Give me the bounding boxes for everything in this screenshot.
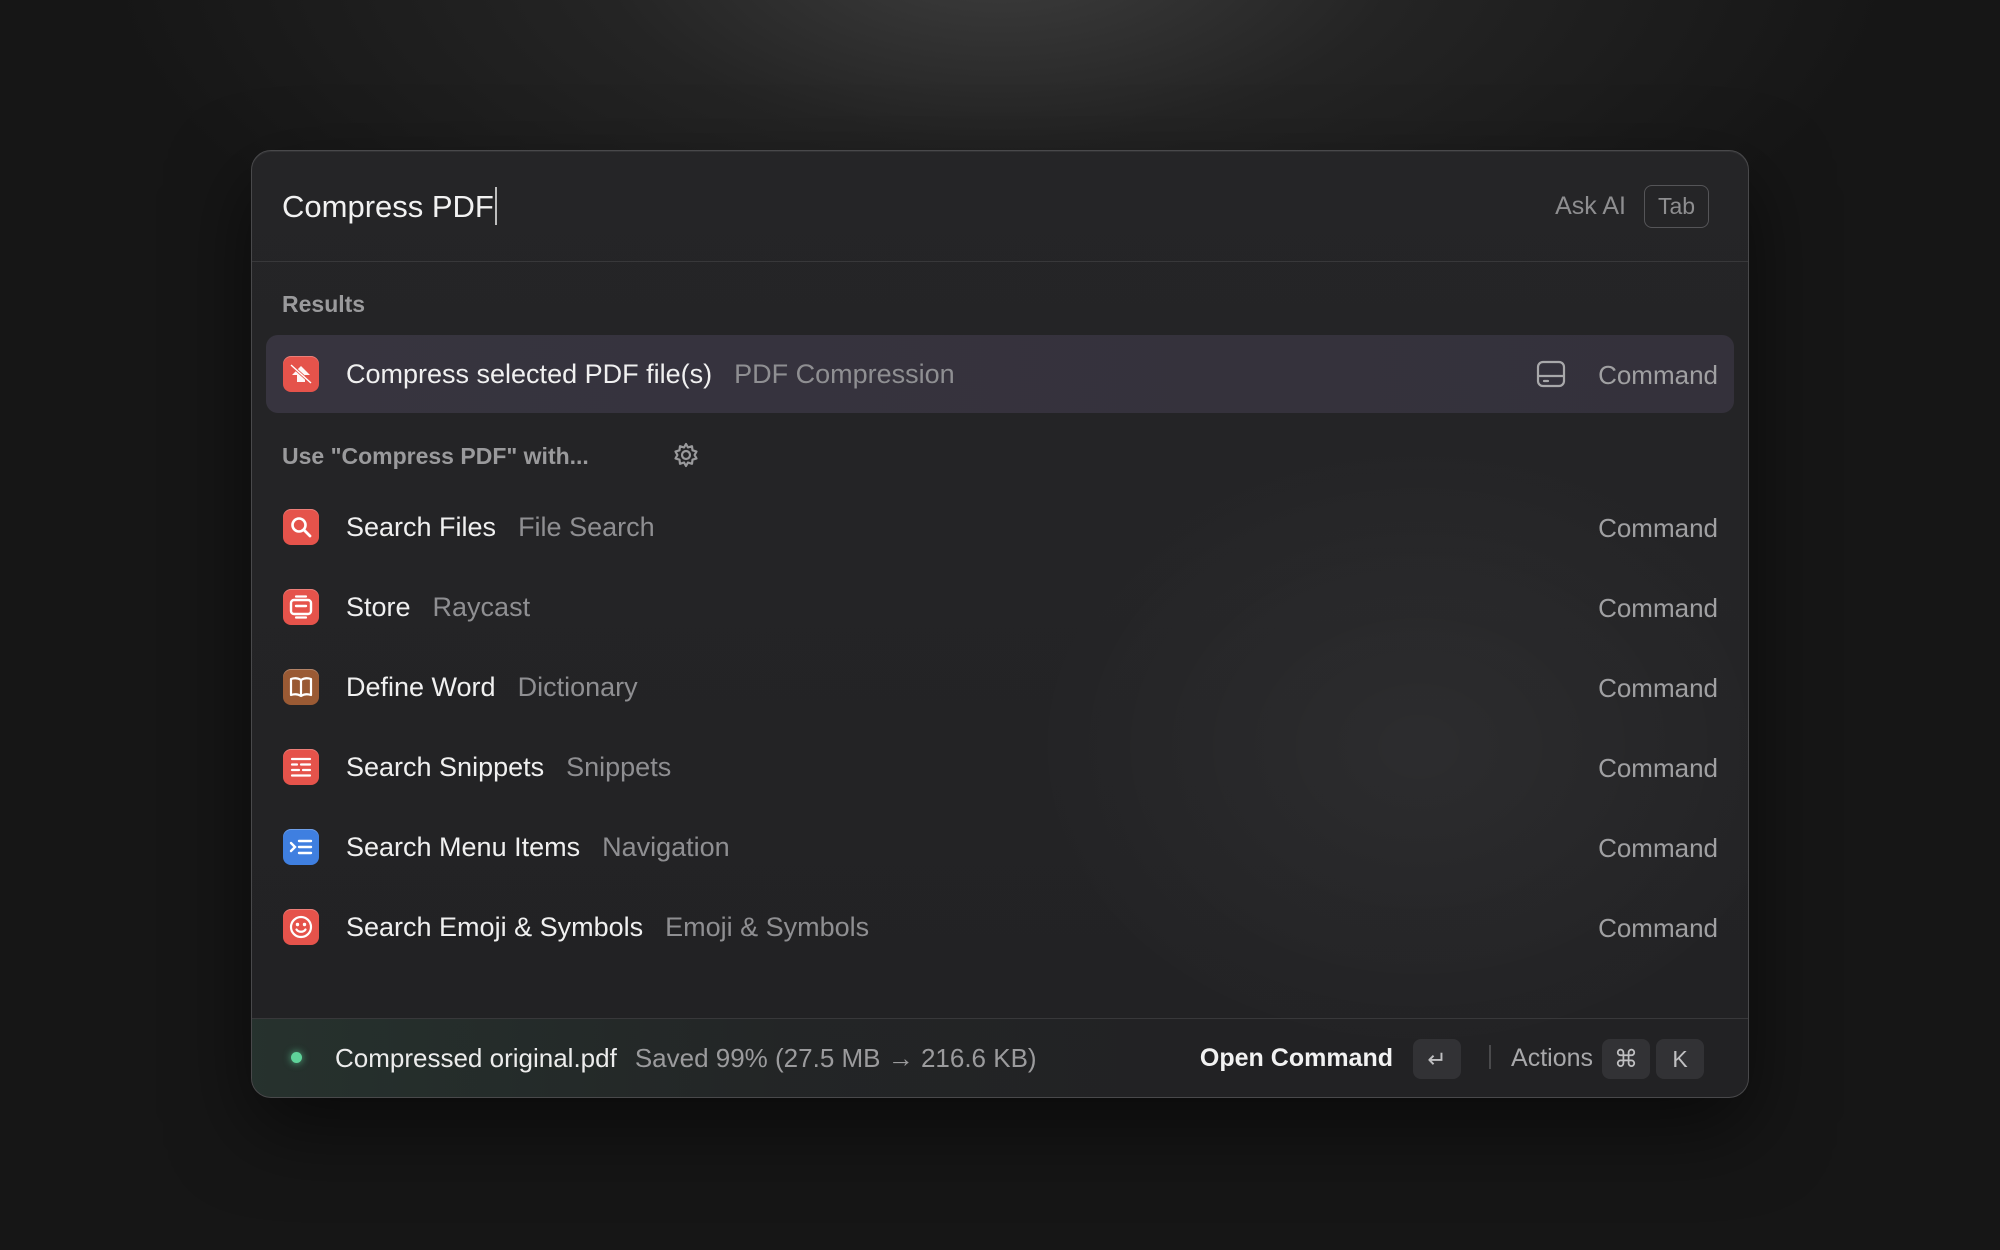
store-icon (283, 589, 319, 625)
cmd-key-hint: ⌘ (1602, 1039, 1650, 1079)
results-section-title: Results (282, 291, 366, 317)
fallback-title-text: Search Snippets (346, 752, 545, 782)
fallback-subtitle: File Search (518, 512, 655, 542)
fallback-title: Search Menu Items Navigation (346, 832, 730, 863)
toast-message: Compressed original.pdf Saved 99% (27.5 M… (335, 1043, 1037, 1074)
search-input[interactable]: Compress PDF (282, 187, 497, 225)
fallback-title-text: Search Emoji & Symbols (346, 912, 644, 942)
toast-detail: Saved 99% (27.5 MB → 216.6 KB) (634, 1043, 1037, 1073)
fallback-row-define-word[interactable]: Define Word Dictionary Command (266, 648, 1734, 726)
fallback-row-store[interactable]: Store Raycast Command (266, 568, 1734, 646)
fallback-title-text: Store (346, 592, 411, 622)
fallback-type: Command (1598, 513, 1718, 543)
fallback-row-search-files[interactable]: Search Files File Search Command (266, 488, 1734, 566)
fallback-title: Search Files File Search (346, 512, 655, 543)
action-bar: Compressed original.pdf Saved 99% (27.5 M… (252, 1018, 1748, 1097)
result-row-compress-pdf[interactable]: Compress selected PDF file(s) PDF Compres… (266, 335, 1734, 413)
drive-icon (1536, 360, 1566, 388)
tab-key-hint: Tab (1644, 185, 1709, 228)
fallback-title-text: Search Menu Items (346, 832, 581, 862)
snippets-icon (283, 749, 319, 785)
fallback-row-search-emoji[interactable]: Search Emoji & Symbols Emoji & Symbols Co… (266, 888, 1734, 966)
fallback-type: Command (1598, 753, 1718, 783)
search-query-text: Compress PDF (282, 189, 494, 224)
magnifier-icon (283, 509, 319, 545)
fallback-type: Command (1598, 673, 1718, 703)
result-subtitle: PDF Compression (734, 359, 955, 389)
fallback-title-text: Define Word (346, 672, 496, 702)
fallback-subtitle: Raycast (432, 592, 531, 622)
fallback-subtitle: Dictionary (517, 672, 638, 702)
emoji-icon (283, 909, 319, 945)
actions-button[interactable]: Actions (1511, 1044, 1593, 1073)
text-caret (494, 187, 497, 225)
fallback-type: Command (1598, 913, 1718, 943)
k-key-hint: K (1656, 1039, 1704, 1079)
fallback-section-title-text: Use "Compress PDF" with... (282, 443, 589, 469)
fallback-subtitle: Snippets (566, 752, 672, 782)
open-command-button[interactable]: Open Command (1200, 1044, 1393, 1073)
ask-ai-button[interactable]: Ask AI (1555, 192, 1626, 221)
book-icon (283, 669, 319, 705)
fallback-subtitle: Emoji & Symbols (665, 912, 870, 942)
fallback-title: Search Emoji & Symbols Emoji & Symbols (346, 912, 869, 943)
fallback-title: Search Snippets Snippets (346, 752, 671, 783)
fallback-subtitle: Navigation (602, 832, 730, 862)
fallback-title: Define Word Dictionary (346, 672, 638, 703)
search-bar: Compress PDF Ask AI Tab (252, 151, 1748, 262)
status-dot-icon (291, 1052, 302, 1063)
footer-divider (1489, 1045, 1491, 1069)
toast-title: Compressed original.pdf (335, 1043, 617, 1073)
fallback-type: Command (1598, 833, 1718, 863)
fallback-section-title: Use "Compress PDF" with... (282, 442, 698, 470)
fallback-type: Command (1598, 593, 1718, 623)
fallback-row-search-snippets[interactable]: Search Snippets Snippets Command (266, 728, 1734, 806)
fallback-row-search-menu-items[interactable]: Search Menu Items Navigation Command (266, 808, 1734, 886)
launcher-window: Compress PDF Ask AI Tab Results Compress… (251, 150, 1749, 1098)
enter-key-hint: ↵ (1413, 1039, 1461, 1079)
gear-icon[interactable] (672, 441, 700, 469)
result-title: Compress selected PDF file(s) PDF Compres… (346, 359, 955, 390)
compress-pdf-icon (283, 356, 319, 392)
fallback-title-text: Search Files (346, 512, 497, 542)
menu-items-icon (283, 829, 319, 865)
result-type: Command (1598, 360, 1718, 390)
result-title-text: Compress selected PDF file(s) (346, 359, 713, 389)
fallback-title: Store Raycast (346, 592, 530, 623)
